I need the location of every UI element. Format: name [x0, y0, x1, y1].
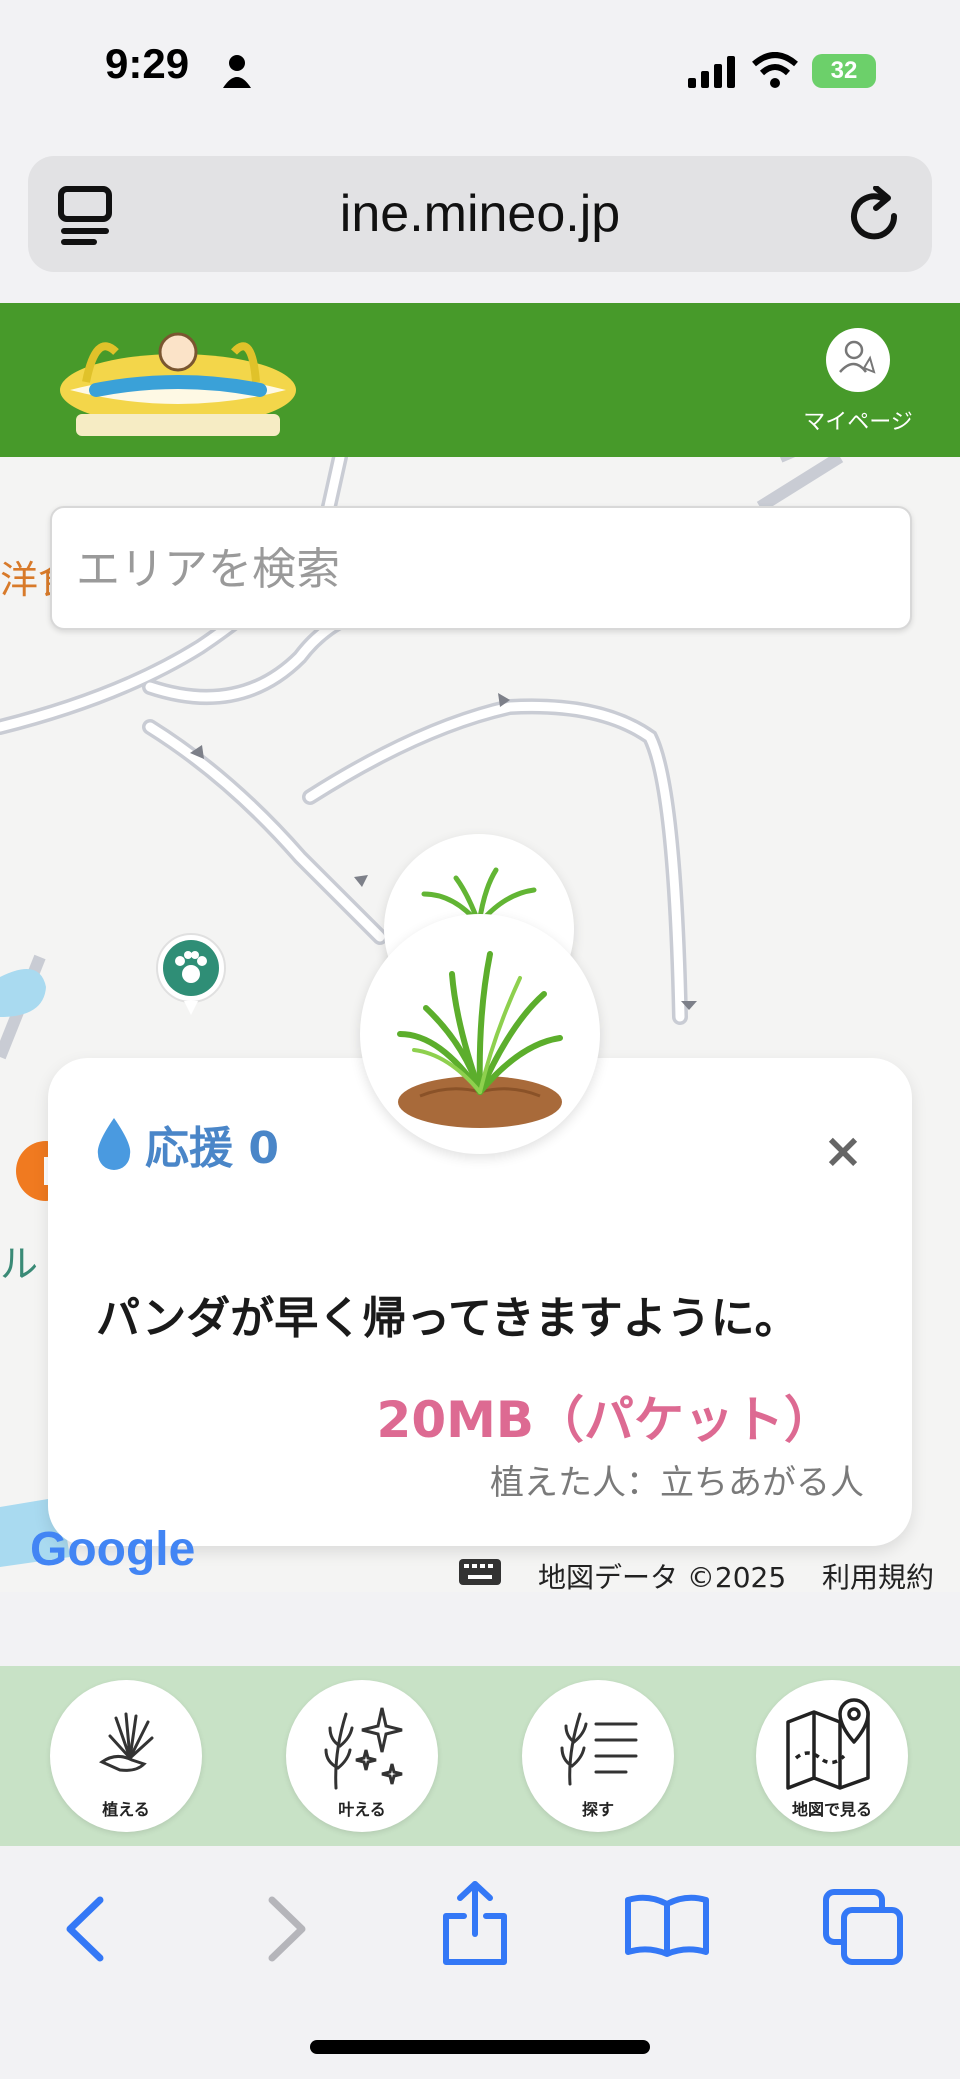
url-text[interactable]: ine.mineo.jp [28, 156, 932, 272]
nav-search-label[interactable]: 探す [522, 1796, 674, 1820]
nav-fulfill-button[interactable]: 叶える [286, 1680, 438, 1832]
person-icon [223, 55, 251, 88]
close-button[interactable]: × [818, 1126, 868, 1176]
home-indicator [310, 2040, 650, 2054]
search-list-icon [560, 1712, 638, 1786]
nav-search-button[interactable]: 探す [522, 1680, 674, 1832]
signal-icon [688, 56, 735, 88]
mypage-button[interactable] [826, 328, 890, 392]
back-icon[interactable] [62, 1894, 108, 1964]
plant-marker-front[interactable] [360, 914, 600, 1154]
url-bar[interactable]: ine.mineo.jp [28, 156, 932, 272]
search-input[interactable] [74, 508, 878, 630]
keyboard-shortcuts-icon[interactable] [458, 1558, 502, 1586]
rice-plant-icon [397, 951, 563, 1128]
tabs-overview-icon[interactable] [58, 186, 114, 246]
nav-fulfill-label[interactable]: 叶える [286, 1796, 438, 1820]
wish-text: パンダが早く帰ってきますように。 [96, 1293, 799, 1344]
battery-indicator: 32 [812, 54, 876, 88]
google-logo: Google [30, 1523, 196, 1576]
planter-text: 植えた人：立ちあがる人 [490, 1463, 864, 1503]
nav-map-button[interactable]: 地図で見る [756, 1680, 908, 1832]
map-pin-icon [786, 1698, 870, 1790]
tabs-icon[interactable] [822, 1888, 904, 1966]
forward-icon[interactable] [264, 1894, 310, 1964]
sparkle-wheat-icon [324, 1707, 403, 1790]
pet-place-pin-icon[interactable] [154, 931, 228, 1017]
nav-map-label[interactable]: 地図で見る [756, 1796, 908, 1820]
nav-plant-label[interactable]: 植える [50, 1796, 202, 1820]
user-icon [839, 340, 876, 374]
terms-link[interactable]: 利用規約 [822, 1556, 934, 1596]
mypage-label[interactable]: マイページ [790, 404, 926, 436]
plant-hand-icon [98, 1712, 154, 1772]
share-icon[interactable] [440, 1880, 510, 1966]
map-data-credit: 地図データ ©2025 [538, 1561, 787, 1594]
wifi-icon [752, 52, 798, 88]
map-label-partial[interactable]: ル [0, 1233, 38, 1288]
water-drop-icon [97, 1118, 131, 1170]
cheer-count: 応援 0 [145, 1123, 279, 1174]
nav-plant-button[interactable]: 植える [50, 1680, 202, 1832]
area-search-box[interactable] [50, 506, 912, 630]
status-time: 9:29 [105, 40, 190, 87]
reward-text: 20MB（パケット） [376, 1391, 834, 1449]
site-logo[interactable] [56, 322, 300, 442]
bookmarks-icon[interactable] [624, 1892, 710, 1958]
reload-icon[interactable] [846, 186, 904, 246]
